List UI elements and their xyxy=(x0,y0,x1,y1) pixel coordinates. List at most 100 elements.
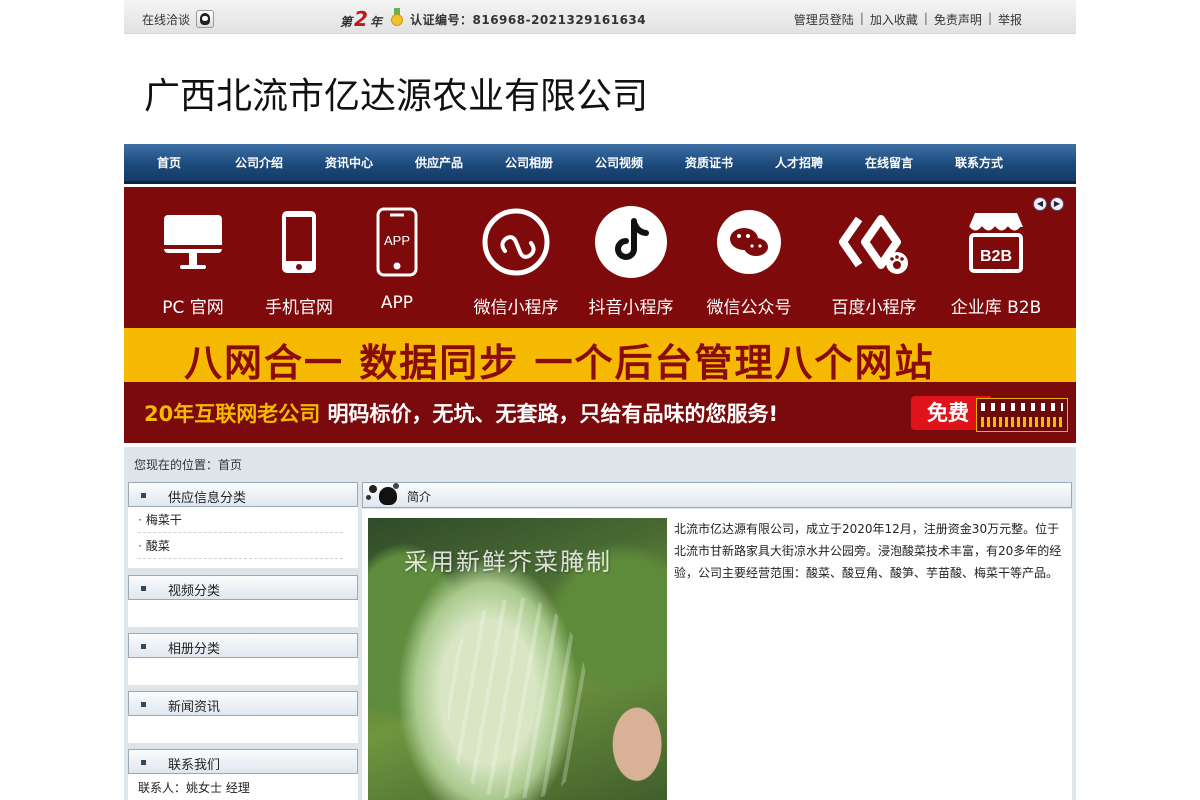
douyin-icon xyxy=(594,205,668,279)
platform-wechat-official: 微信公众号 xyxy=(689,205,809,318)
sidebar-contact-box: 联系我们 联系人：姚女士 经理 xyxy=(128,749,358,800)
year-number: 2 xyxy=(354,7,368,31)
b2b-icon-text: B2B xyxy=(980,248,1012,265)
nav-item-album[interactable]: 公司相册 xyxy=(484,144,574,181)
desktop-monitor-icon xyxy=(156,205,230,279)
b2b-shop-icon: B2B xyxy=(959,205,1033,279)
sidebar-header: 视频分类 xyxy=(128,575,358,600)
banner-headline: 八网合一 数据同步 一个后台管理八个网站 xyxy=(184,341,935,385)
nav-item-contact[interactable]: 联系方式 xyxy=(934,144,1024,181)
platform-baidu: 百度小程序 xyxy=(814,205,934,318)
certification-number: 认证编号：816968-2021329161634 xyxy=(410,13,647,27)
add-favorite-link[interactable]: 加入收藏 xyxy=(870,11,918,28)
wechat-icon xyxy=(712,205,786,279)
qq-icon[interactable] xyxy=(196,10,215,28)
sidebar-video-box: 视频分类 xyxy=(128,575,358,627)
slider-prev-icon[interactable]: ◀ xyxy=(1033,197,1047,211)
sidebar-item-meicai[interactable]: · 梅菜干 xyxy=(138,507,343,533)
headline-strip: 八网合一 数据同步 一个后台管理八个网站 xyxy=(124,328,1076,385)
promo-thumbnail xyxy=(976,398,1068,432)
platform-label: 微信公众号 xyxy=(706,298,792,318)
platform-pc: PC 官网 xyxy=(133,205,253,318)
sidebar-title-news[interactable]: 新闻资讯 xyxy=(168,696,220,715)
slogan-part1: 20年互联网老公司 xyxy=(144,402,328,426)
main-nav: 首页 公司介绍 资讯中心 供应产品 公司相册 公司视频 资质证书 人才招聘 在线… xyxy=(124,144,1076,184)
year-prefix: 第 xyxy=(340,15,353,29)
online-chat-label[interactable]: 在线洽谈 xyxy=(142,11,190,28)
wechat-miniprogram-icon xyxy=(479,205,553,279)
photo-caption: 采用新鲜芥菜腌制 xyxy=(404,548,612,576)
nav-item-products[interactable]: 供应产品 xyxy=(394,144,484,181)
online-chat-link[interactable]: 在线洽谈 xyxy=(142,10,215,28)
nav-item-news-center[interactable]: 资讯中心 xyxy=(304,144,394,181)
platform-label: 百度小程序 xyxy=(831,298,917,318)
bullet-square-icon xyxy=(141,702,146,707)
sidebar-header: 联系我们 xyxy=(128,749,358,774)
member-year-badge: 第 2 年 xyxy=(340,7,382,31)
nav-item-about[interactable]: 公司介绍 xyxy=(214,144,304,181)
intro-header: 简介 xyxy=(362,482,1072,508)
slider-controls: ◀ ▶ xyxy=(1033,197,1064,211)
sidebar-header: 新闻资讯 xyxy=(128,691,358,716)
sidebar-list: · 梅菜干 · 酸菜 xyxy=(128,507,358,559)
nav-item-home[interactable]: 首页 xyxy=(124,144,214,181)
top-bar: 在线洽谈 第 2 年 认证编号：816968-2021329161634 管理员… xyxy=(124,0,1076,34)
sidebar-item-label[interactable]: 酸菜 xyxy=(146,539,170,553)
bullet-square-icon xyxy=(141,644,146,649)
company-intro-text: 北流市亿达源有限公司，成立于2020年12月，注册资金30万元整。位于北流市甘新… xyxy=(674,522,1062,580)
slider-next-icon[interactable]: ▶ xyxy=(1050,197,1064,211)
platform-b2b: B2B 企业库 B2B xyxy=(936,205,1056,318)
link-separator: | xyxy=(859,11,864,25)
medal-icon xyxy=(391,8,403,26)
sidebar-album-box: 相册分类 xyxy=(128,633,358,685)
bullet-square-icon xyxy=(141,493,146,498)
sidebar-news-box: 新闻资讯 xyxy=(128,691,358,743)
platform-icons: PC 官网 手机官网 APP APP 微信小程序 抖音小程序 微信公众号 百度小… xyxy=(124,187,1076,328)
sidebar-title-album[interactable]: 相册分类 xyxy=(168,638,220,657)
page: 在线洽谈 第 2 年 认证编号：816968-2021329161634 管理员… xyxy=(0,0,1200,800)
platform-label: APP xyxy=(380,293,414,313)
sidebar-title-supply[interactable]: 供应信息分类 xyxy=(168,487,246,506)
sidebar-item-suancai[interactable]: · 酸菜 xyxy=(138,533,343,559)
nav-item-message[interactable]: 在线留言 xyxy=(844,144,934,181)
platform-app: APP APP xyxy=(337,205,457,313)
platform-label: 企业库 B2B xyxy=(950,298,1042,318)
sidebar-header: 相册分类 xyxy=(128,633,358,658)
intro-title: 简介 xyxy=(407,490,432,504)
platform-wechat-miniprogram: 微信小程序 xyxy=(456,205,576,318)
promo-banner[interactable]: PC 官网 手机官网 APP APP 微信小程序 抖音小程序 微信公众号 百度小… xyxy=(124,187,1076,443)
nav-item-jobs[interactable]: 人才招聘 xyxy=(754,144,844,181)
link-separator: | xyxy=(987,11,992,25)
nav-item-certificates[interactable]: 资质证书 xyxy=(664,144,754,181)
intro-body: 采用新鲜芥菜腌制 北流市亿达源有限公司，成立于2020年12月，注册资金30万元… xyxy=(362,509,1072,800)
platform-label: 抖音小程序 xyxy=(588,298,674,318)
ink-splash-icon xyxy=(363,481,403,509)
platform-label: PC 官网 xyxy=(162,298,224,318)
sidebar-header: 供应信息分类 xyxy=(128,482,358,507)
nav-item-video[interactable]: 公司视频 xyxy=(574,144,664,181)
platform-douyin: 抖音小程序 xyxy=(571,205,691,318)
disclaimer-link[interactable]: 免责声明 xyxy=(934,11,982,28)
sidebar-supply-box: 供应信息分类 · 梅菜干 · 酸菜 xyxy=(128,482,358,568)
sidebar-item-label[interactable]: 梅菜干 xyxy=(146,513,182,527)
sidebar-title-contact[interactable]: 联系我们 xyxy=(168,754,220,773)
product-photo[interactable]: 采用新鲜芥菜腌制 xyxy=(368,518,667,800)
breadcrumb: 您现在的位置：首页 xyxy=(134,458,243,472)
mobile-phone-icon xyxy=(262,205,336,279)
app-icon-text: APP xyxy=(384,233,410,248)
platform-label: 微信小程序 xyxy=(473,298,559,318)
bullet-square-icon xyxy=(141,760,146,765)
year-suffix: 年 xyxy=(369,15,382,29)
contact-person: 联系人：姚女士 经理 xyxy=(138,781,250,795)
contact-info: 联系人：姚女士 经理 xyxy=(128,774,358,800)
bullet-square-icon xyxy=(141,586,146,591)
sidebar-title-video[interactable]: 视频分类 xyxy=(168,580,220,599)
banner-slogan: 20年互联网老公司 明码标价，无坑、无套路，只给有品味的您服务! xyxy=(144,398,778,428)
baidu-miniprogram-icon xyxy=(837,205,911,279)
company-name: 广西北流市亿达源农业有限公司 xyxy=(144,76,649,117)
slogan-strip: 20年互联网老公司 明码标价，无坑、无套路，只给有品味的您服务! 免费 xyxy=(124,382,1076,443)
admin-login-link[interactable]: 管理员登陆 xyxy=(794,11,854,28)
report-link[interactable]: 举报 xyxy=(998,11,1022,28)
slogan-part2: 明码标价，无坑、无套路，只给有品味的您服务! xyxy=(327,402,779,426)
top-links: 管理员登陆 | 加入收藏 | 免责声明 | 举报 xyxy=(794,11,1022,28)
